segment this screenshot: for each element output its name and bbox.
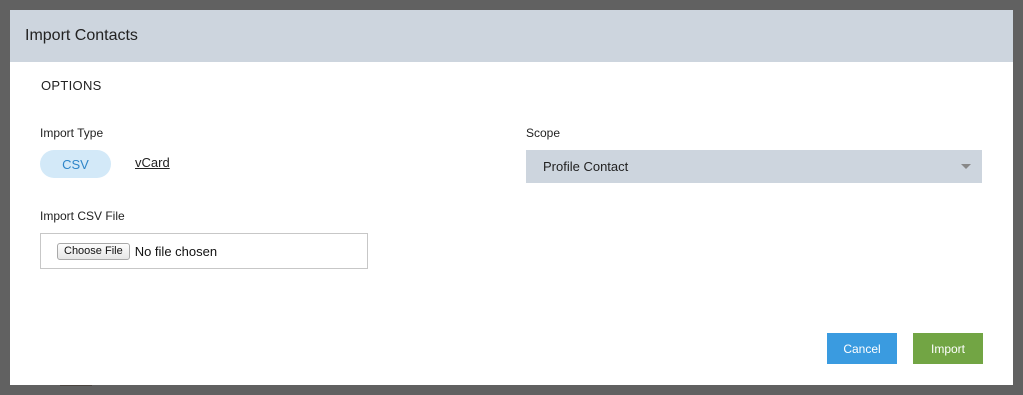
import-button[interactable]: Import <box>913 333 983 364</box>
modal-header: Import Contacts <box>10 10 1013 62</box>
file-status-text: No file chosen <box>134 243 218 259</box>
scope-selected-value: Profile Contact <box>543 159 629 174</box>
cancel-button[interactable]: Cancel <box>827 333 897 364</box>
import-type-label: Import Type <box>40 126 104 140</box>
file-input: Choose File No file chosen <box>40 233 368 269</box>
modal-title: Import Contacts <box>25 27 138 44</box>
choose-file-button[interactable]: Choose File <box>57 242 130 260</box>
scope-label: Scope <box>526 126 561 140</box>
options-section-title: OPTIONS <box>41 78 102 93</box>
scope-select[interactable]: Profile Contact <box>526 150 982 183</box>
import-contacts-modal: Import Contacts OPTIONS Import Type CSV … <box>10 10 1013 385</box>
import-file-label: Import CSV File <box>40 209 125 223</box>
chevron-down-icon <box>961 164 971 169</box>
import-type-csv-option[interactable]: CSV <box>40 150 111 178</box>
import-type-vcard-option[interactable]: vCard <box>135 155 170 170</box>
